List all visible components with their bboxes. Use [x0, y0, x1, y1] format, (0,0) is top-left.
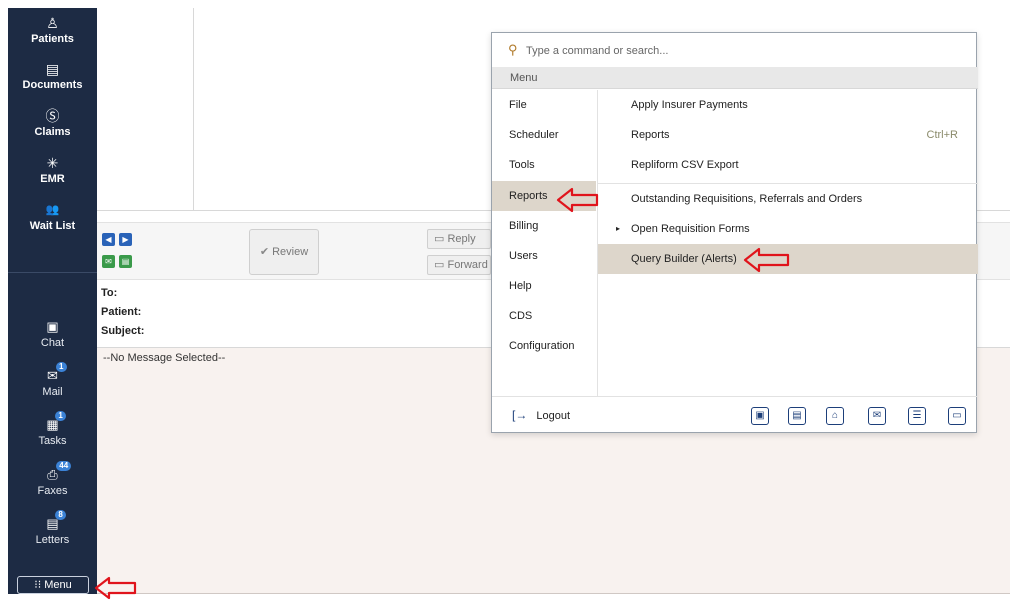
person-icon: ♙	[46, 15, 59, 31]
sidebar-item-chat[interactable]: ▣ Chat	[8, 318, 97, 350]
mail-icon: ✉ 1	[47, 362, 67, 385]
review-button[interactable]: ✔ Review	[249, 229, 319, 275]
logout-button[interactable]: [→ Logout	[512, 408, 570, 422]
annotation-arrow-reports	[556, 187, 599, 213]
menu-categories: File Scheduler Tools Reports Billing Use…	[492, 90, 598, 396]
menu-category-billing[interactable]: Billing	[492, 211, 596, 241]
mail-badge: 1	[56, 362, 67, 372]
menu-header: Menu	[492, 67, 978, 89]
menu-category-tools[interactable]: Tools	[492, 150, 596, 180]
sidebar-item-tasks[interactable]: ▦ 1 Tasks	[8, 411, 97, 448]
search-icon: ⚲	[508, 42, 518, 57]
command-search-bar: ⚲	[492, 33, 978, 68]
emr-icon: ✳	[46, 155, 59, 171]
pane-divider	[193, 8, 194, 211]
forward-icon: ▭	[434, 259, 445, 271]
dollar-icon: Ⓢ	[45, 108, 60, 124]
billing-document-icon[interactable]: ▤	[788, 407, 806, 425]
tasks-badge: 1	[55, 411, 66, 421]
shortcut-label: Ctrl+R	[926, 129, 958, 141]
sidebar-item-documents[interactable]: ▤ Documents	[8, 60, 97, 92]
reply-button[interactable]: ▭ Reply	[427, 229, 491, 249]
patient-card-icon[interactable]: ▣	[751, 407, 769, 425]
annotation-arrow-menu	[94, 576, 137, 600]
menu-category-cds[interactable]: CDS	[492, 301, 596, 331]
forward-button[interactable]: ▭ Forward	[427, 255, 491, 275]
command-menu-popup: ⚲ Menu File Scheduler Tools Reports Bill…	[491, 32, 978, 435]
menu-button[interactable]: ⁝⁝ Menu	[17, 576, 89, 594]
menu-item-open-requisition-forms[interactable]: ▸ Open Requisition Forms	[598, 214, 978, 244]
menu-category-users[interactable]: Users	[492, 241, 596, 271]
next-arrow-icon[interactable]: ▶	[119, 233, 132, 246]
menu-item-outstanding-requisitions[interactable]: Outstanding Requisitions, Referrals and …	[598, 184, 978, 214]
book-icon[interactable]: ⌂	[826, 407, 844, 425]
tasks-icon: ▦ 1	[46, 411, 66, 434]
sidebar-item-emr[interactable]: ✳ EMR	[8, 154, 97, 186]
annotation-arrow-query-builder	[743, 247, 790, 273]
no-message-text: --No Message Selected--	[103, 352, 226, 364]
prev-arrow-icon[interactable]: ◀	[102, 233, 115, 246]
menu-category-scheduler[interactable]: Scheduler	[492, 120, 596, 150]
fax-icon: ⎙ 44	[47, 461, 72, 484]
document-icon: ▤	[45, 61, 60, 77]
menu-footer: [→ Logout ▣ ▤ ⌂ ✉ ☰ ▭	[492, 396, 978, 435]
submenu-arrow-icon: ▸	[616, 224, 621, 233]
chat-icon: ▣	[46, 319, 59, 334]
letters-icon: ▤ 8	[46, 510, 66, 533]
check-circle-icon: ✔	[259, 246, 270, 258]
menu-item-reports[interactable]: Reports Ctrl+R	[598, 120, 978, 150]
sidebar-item-mail[interactable]: ✉ 1 Mail	[8, 362, 97, 399]
sidebar-item-claims[interactable]: Ⓢ Claims	[8, 107, 97, 139]
sidebar-item-letters[interactable]: ▤ 8 Letters	[8, 510, 97, 547]
letters-badge: 8	[55, 510, 66, 520]
group-icon: 👥	[45, 204, 60, 216]
sidebar: ♙ Patients ▤ Documents Ⓢ Claims ✳ EMR 👥 …	[8, 8, 97, 594]
menu-category-configuration[interactable]: Configuration	[492, 331, 596, 361]
reply-icon: ▭	[434, 233, 445, 245]
menu-items: Apply Insurer Payments Reports Ctrl+R Re…	[598, 90, 978, 396]
logout-icon: [→	[512, 408, 528, 422]
sidebar-divider	[8, 272, 97, 273]
sidebar-item-faxes[interactable]: ⎙ 44 Faxes	[8, 461, 97, 498]
sidebar-item-patients[interactable]: ♙ Patients	[8, 14, 97, 46]
mail-icon[interactable]: ✉	[868, 407, 886, 425]
patient-label: Patient:	[101, 306, 142, 318]
envelope-icon[interactable]: ✉	[102, 255, 115, 268]
chat-bubble-icon[interactable]: ▭	[948, 407, 966, 425]
checklist-icon[interactable]: ☰	[908, 407, 926, 425]
menu-item-apply-insurer-payments[interactable]: Apply Insurer Payments	[598, 90, 978, 120]
sheet-icon[interactable]: ▤	[119, 255, 132, 268]
menu-category-file[interactable]: File	[492, 90, 596, 120]
menu-category-help[interactable]: Help	[492, 271, 596, 301]
subject-label: Subject:	[101, 325, 145, 337]
to-label: To:	[101, 287, 118, 299]
faxes-badge: 44	[56, 461, 72, 471]
command-search-input[interactable]	[524, 41, 948, 61]
sidebar-item-wait-list[interactable]: 👥 Wait List	[8, 201, 97, 233]
menu-item-repliform-csv-export[interactable]: Repliform CSV Export	[598, 150, 978, 180]
